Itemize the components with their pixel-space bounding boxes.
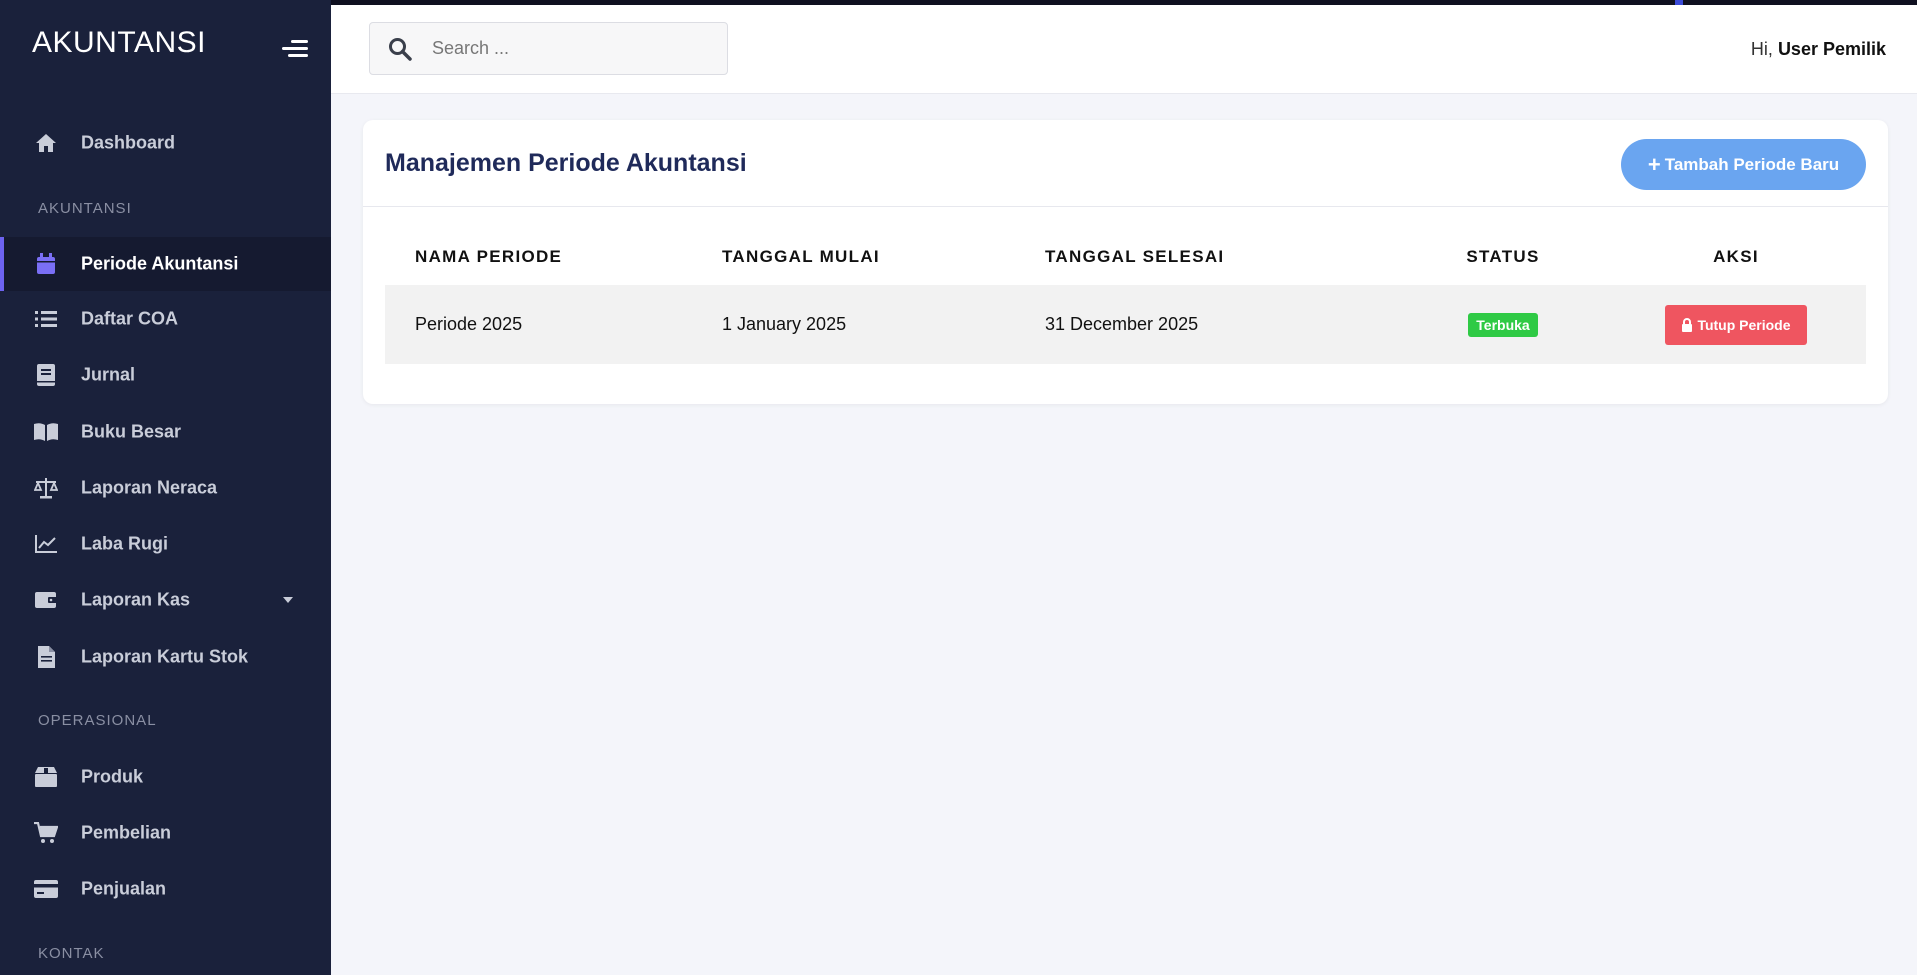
wallet-icon — [34, 588, 58, 612]
table-row: Periode 2025 1 January 2025 31 December … — [385, 285, 1866, 364]
column-header-nama-periode: NAMA PERIODE — [415, 246, 563, 266]
column-header-tanggal-selesai: TANGGAL SELESAI — [1045, 246, 1225, 266]
add-period-label: Tambah Periode Baru — [1664, 154, 1840, 174]
chevron-down-icon — [283, 597, 293, 603]
top-bar: Hi, User Pemilik — [331, 5, 1917, 94]
sidebar-item-laporan-neraca[interactable]: Laporan Neraca — [0, 461, 331, 515]
calendar-icon — [34, 252, 58, 276]
sidebar-item-label: Laporan Kartu Stok — [81, 646, 249, 667]
add-period-button[interactable]: + Tambah Periode Baru — [1621, 139, 1866, 190]
sidebar-item-laporan-kartu-stok[interactable]: Laporan Kartu Stok — [0, 630, 331, 684]
sidebar-item-daftar-coa[interactable]: Daftar COA — [0, 292, 331, 346]
sidebar-item-label: Produk — [81, 766, 144, 787]
file-icon — [34, 645, 58, 669]
balance-scale-icon — [34, 476, 58, 500]
sidebar-item-label: Periode Akuntansi — [81, 253, 239, 274]
sidebar-item-penjualan[interactable]: Penjualan — [0, 862, 331, 916]
user-name: User Pemilik — [1777, 39, 1886, 59]
user-greeting[interactable]: Hi, User Pemilik — [1751, 39, 1886, 60]
column-header-aksi: AKSI — [1713, 246, 1759, 266]
sidebar-item-pembelian[interactable]: Pembelian — [0, 806, 331, 860]
sidebar-item-label: Jurnal — [81, 364, 136, 385]
cell-nama-periode: Periode 2025 — [385, 285, 692, 364]
search-box — [369, 22, 728, 75]
sidebar-item-laba-rugi[interactable]: Laba Rugi — [0, 517, 331, 571]
sidebar-item-laporan-kas[interactable]: Laporan Kas — [0, 573, 331, 627]
card-header: Manajemen Periode Akuntansi + Tambah Per… — [363, 120, 1888, 207]
cell-aksi: Tutup Periode — [1606, 285, 1866, 364]
section-heading-kontak: KONTAK — [38, 945, 105, 962]
lock-icon — [1682, 317, 1693, 332]
sidebar-item-label: Pembelian — [81, 822, 172, 843]
cell-tanggal-selesai: 31 December 2025 — [1015, 285, 1400, 364]
sidebar-item-dashboard[interactable]: Dashboard — [0, 116, 331, 170]
chart-line-icon — [34, 532, 58, 556]
status-badge: Terbuka — [1468, 312, 1538, 337]
credit-card-icon — [34, 877, 58, 901]
sidebar-item-label: Laporan Kas — [81, 589, 191, 610]
search-input[interactable] — [432, 23, 717, 74]
home-icon — [34, 131, 58, 155]
sidebar-item-label: Dashboard — [81, 132, 176, 153]
greeting-prefix: Hi, — [1750, 39, 1773, 59]
sidebar-item-label: Daftar COA — [81, 308, 179, 329]
column-header-status: STATUS — [1466, 246, 1540, 266]
box-icon — [34, 765, 58, 789]
menu-toggle-icon[interactable] — [282, 38, 308, 60]
periode-card: Manajemen Periode Akuntansi + Tambah Per… — [363, 120, 1888, 404]
sidebar-item-label: Laporan Neraca — [81, 477, 218, 498]
table-header-row: NAMA PERIODE TANGGAL MULAI TANGGAL SELES… — [385, 228, 1866, 285]
plus-icon: + — [1647, 151, 1661, 177]
section-heading-operasional: OPERASIONAL — [38, 712, 157, 729]
search-icon[interactable] — [388, 37, 412, 61]
cart-icon — [34, 821, 58, 845]
sidebar-item-periode-akuntansi[interactable]: Periode Akuntansi — [0, 237, 331, 291]
sidebar: AKUNTANSI Dashboard AKUNTANSI Periode Ak… — [0, 0, 331, 975]
close-period-button[interactable]: Tutup Periode — [1665, 304, 1807, 345]
cell-status: Terbuka — [1400, 285, 1606, 364]
sidebar-item-produk[interactable]: Produk — [0, 750, 331, 804]
book-icon — [34, 363, 58, 387]
sidebar-item-jurnal[interactable]: Jurnal — [0, 348, 331, 402]
sidebar-item-label: Penjualan — [81, 878, 167, 899]
section-heading-akuntansi: AKUNTANSI — [38, 200, 132, 217]
close-period-label: Tutup Periode — [1697, 316, 1791, 333]
brand-title: AKUNTANSI — [32, 26, 206, 59]
column-header-tanggal-mulai: TANGGAL MULAI — [722, 246, 880, 266]
page-title: Manajemen Periode Akuntansi — [385, 149, 747, 177]
list-icon — [34, 307, 58, 331]
cell-tanggal-mulai: 1 January 2025 — [692, 285, 1015, 364]
sidebar-item-label: Laba Rugi — [81, 533, 169, 554]
period-table: NAMA PERIODE TANGGAL MULAI TANGGAL SELES… — [385, 228, 1866, 364]
sidebar-item-buku-besar[interactable]: Buku Besar — [0, 405, 331, 459]
sidebar-item-label: Buku Besar — [81, 421, 182, 442]
open-book-icon — [34, 420, 58, 444]
